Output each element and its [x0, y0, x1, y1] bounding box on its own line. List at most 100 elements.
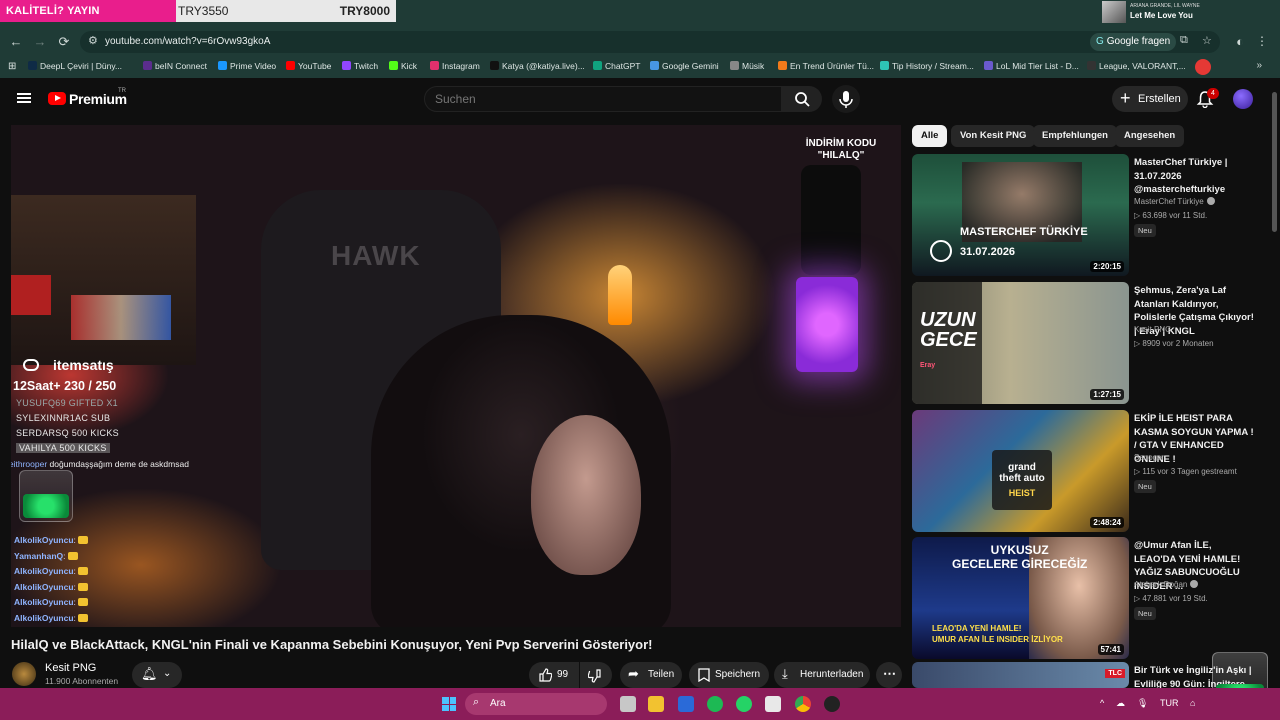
bookmark-label: LoL Mid Tier List - D...: [996, 61, 1079, 71]
tray-chevron-icon[interactable]: ^: [1100, 698, 1104, 708]
bookmark-icon: [698, 668, 710, 682]
recommendation-card[interactable]: grand theft auto HEIST 2:48:24 EKİP İLE …: [912, 410, 1262, 532]
bookmark-item[interactable]: Google Gemini: [650, 61, 719, 71]
menu-hamburger-icon[interactable]: [17, 93, 31, 103]
bookmark-item[interactable]: LoL Mid Tier List - D...: [984, 61, 1079, 71]
bookmark-item[interactable]: Katya (@katiya.live)...: [490, 61, 585, 71]
bookmark-favicon-icon: [389, 61, 398, 70]
search-icon: ⌕: [473, 696, 480, 708]
bookmark-item[interactable]: beIN Connect: [143, 61, 207, 71]
recommendation-card[interactable]: MASTERCHEF TÜRKİYE 31.07.2026 2:20:15 Ma…: [912, 154, 1262, 276]
bookmark-item[interactable]: Müsik: [730, 61, 764, 71]
video-shelf: [11, 195, 196, 365]
voice-search-button[interactable]: [832, 85, 860, 113]
thumbnail[interactable]: MASTERCHEF TÜRKİYE 31.07.2026 2:20:15: [912, 154, 1129, 276]
document-icon[interactable]: [765, 696, 781, 712]
windows-start-icon[interactable]: [442, 697, 456, 711]
chat-text: doğumdaşşağım deme de askdmsad: [47, 459, 189, 469]
obs-icon[interactable]: [824, 696, 840, 712]
more-bookmarks-icon[interactable]: »: [1256, 60, 1262, 71]
back-icon[interactable]: ←: [8, 34, 24, 50]
youtube-logo-icon[interactable]: [48, 92, 66, 105]
thumbnail[interactable]: UYKUSUZ GECELERE GİRECEĞİZ LEAO'DA YENİ …: [912, 537, 1129, 659]
bookmark-item[interactable]: Tip History / Stream...: [880, 61, 974, 71]
card-channel[interactable]: Kesit PNG: [1134, 325, 1171, 334]
chat-text: :: [73, 535, 76, 545]
site-info-icon[interactable]: ⚙: [88, 34, 98, 47]
thumbnail[interactable]: UZUN GECE Eray 1:27:15: [912, 282, 1129, 404]
taskbar-search[interactable]: ⌕ Ara: [465, 693, 607, 715]
url-field[interactable]: ⚙ youtube.com/watch?v=6rOvw93gkoA G Googl…: [80, 31, 1220, 53]
network-icon[interactable]: ⌂: [1190, 698, 1195, 708]
bookmark-item[interactable]: Kick: [389, 61, 417, 71]
subscription-bell-button[interactable]: 🔔︎ ⌄: [132, 662, 182, 688]
search-icon: [795, 92, 810, 107]
menu-icon[interactable]: ⋮: [1256, 34, 1268, 48]
bookmark-item[interactable]: Instagram: [430, 61, 480, 71]
like-button[interactable]: 99: [529, 662, 579, 688]
download-button[interactable]: ⤓ Herunterladen: [774, 662, 870, 688]
bookmark-item[interactable]: YouTube: [286, 61, 331, 71]
search-button[interactable]: [782, 86, 822, 112]
scrollbar-thumb[interactable]: [1272, 92, 1277, 232]
install-icon[interactable]: ⧉: [1180, 34, 1188, 47]
emote-icon: [77, 582, 88, 591]
card-channel[interactable]: Şanoger: [1134, 453, 1164, 462]
chip-from-channel[interactable]: Von Kesit PNG: [951, 125, 1036, 147]
create-button[interactable]: + Erstellen: [1112, 86, 1188, 112]
thumbnail-text: MASTERCHEF TÜRKİYE 31.07.2026: [960, 226, 1088, 258]
forward-icon[interactable]: →: [32, 34, 48, 50]
save-button[interactable]: Speichern: [689, 662, 769, 688]
spotify-icon[interactable]: [707, 696, 723, 712]
thumbnail[interactable]: TLC: [912, 662, 1129, 688]
card-channel[interactable]: Ataberk Doğan: [1134, 580, 1199, 589]
file-explorer-icon[interactable]: [648, 696, 664, 712]
video-player[interactable]: HAWK İNDİRİM KODU "HILALQ" itemsatış 12S…: [11, 125, 901, 627]
page-scrollbar[interactable]: [1270, 84, 1278, 694]
bookmark-item[interactable]: Prime Video: [218, 61, 276, 71]
channel-avatar[interactable]: [12, 662, 36, 686]
calculator-icon[interactable]: [620, 696, 636, 712]
search-input[interactable]: [435, 92, 735, 106]
chip-all[interactable]: Alle: [912, 125, 948, 147]
recommendation-card[interactable]: UYKUSUZ GECELERE GİRECEĞİZ LEAO'DA YENİ …: [912, 537, 1262, 659]
recommendation-card[interactable]: UZUN GECE Eray 1:27:15 Şehmus, Zera'ya L…: [912, 282, 1262, 404]
tray-mic-icon[interactable]: 🎙︎: [1137, 698, 1148, 709]
card-channel[interactable]: MasterChef Türkiye: [1134, 197, 1215, 206]
event-line: YUSUFQ69 GIFTED X1: [16, 398, 118, 408]
chip-recommendations[interactable]: Empfehlungen: [1033, 125, 1117, 147]
channel-name[interactable]: Kesit PNG: [45, 662, 96, 674]
more-actions-button[interactable]: ⋯: [876, 662, 902, 688]
dislike-button[interactable]: [580, 662, 612, 688]
profile-icon[interactable]: ◐: [1232, 34, 1248, 50]
bookmark-favicon-icon: [778, 61, 787, 70]
whatsapp-icon[interactable]: [736, 696, 752, 712]
bookmark-item[interactable]: En Trend Ürünler Tü...: [778, 61, 874, 71]
apps-icon[interactable]: ⊞: [8, 61, 16, 72]
bookmark-item[interactable]: Twitch: [342, 61, 378, 71]
record-icon[interactable]: [1195, 59, 1211, 75]
bookmark-item[interactable]: ChatGPT: [593, 61, 640, 71]
new-badge: Neu: [1134, 224, 1156, 237]
bookmark-item[interactable]: DeepL Çeviri | Düny...: [28, 61, 122, 71]
bookmark-label: Kick: [401, 61, 418, 71]
bookmark-star-icon[interactable]: ☆: [1202, 34, 1212, 47]
verified-icon: [1206, 197, 1215, 205]
thumbnail[interactable]: grand theft auto HEIST 2:48:24: [912, 410, 1129, 532]
url-text[interactable]: youtube.com/watch?v=6rOvw93gkoA: [105, 36, 270, 47]
account-avatar[interactable]: [1233, 89, 1253, 109]
chat-line: YamanhanQ:: [14, 551, 78, 561]
video-card-title[interactable]: MasterChef Türkiye | 31.07.2026 @masterc…: [1134, 156, 1256, 197]
share-button[interactable]: ➦ Teilen: [620, 662, 682, 688]
recommendation-card[interactable]: TLC Bir Türk ve İngiliz'in Aşkı | Evlili…: [912, 662, 1262, 688]
cloud-icon[interactable]: ☁: [1116, 698, 1125, 709]
chrome-icon[interactable]: [795, 696, 811, 712]
language-indicator[interactable]: TUR: [1160, 698, 1179, 708]
search-box[interactable]: [424, 86, 782, 112]
reload-icon[interactable]: ⟳: [56, 34, 72, 50]
google-lens-button[interactable]: G Google fragen: [1090, 33, 1176, 51]
bookmark-favicon-icon: [1087, 61, 1096, 70]
chip-watched[interactable]: Angesehen: [1115, 125, 1185, 147]
mail-icon[interactable]: [678, 696, 694, 712]
bookmark-item[interactable]: League, VALORANT,...: [1087, 61, 1186, 71]
